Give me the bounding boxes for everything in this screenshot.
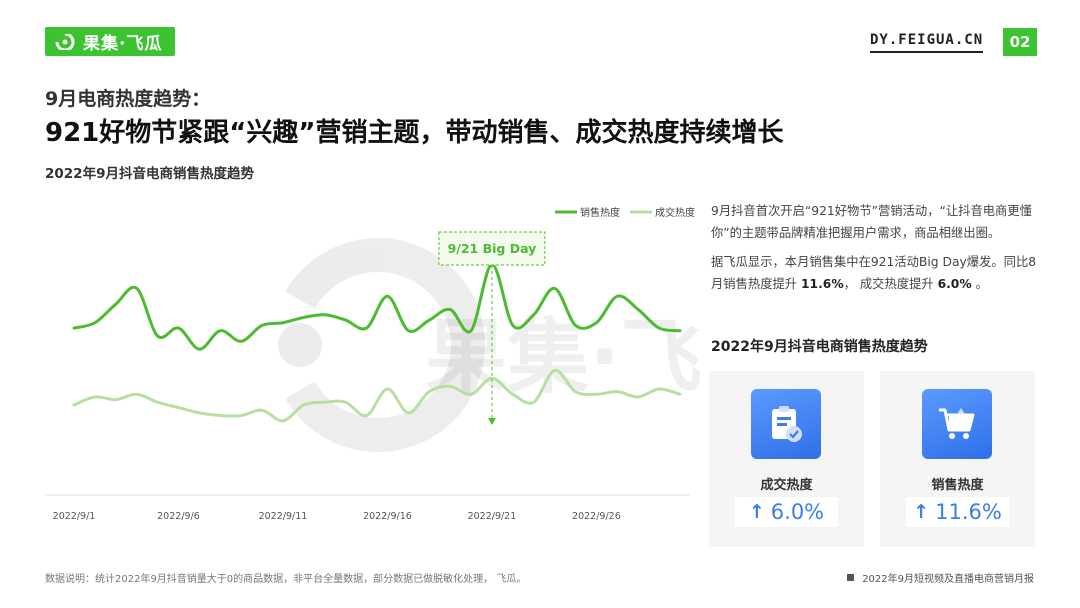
x-tick-label: 2022/9/11 bbox=[259, 511, 308, 522]
page-number: 02 bbox=[1003, 28, 1037, 56]
up-arrow-icon: ↑ bbox=[748, 501, 765, 523]
square-bullet-icon bbox=[847, 574, 855, 581]
metric-card-deal: 成交热度 ↑ 6.0% bbox=[709, 371, 864, 547]
description-paragraph-2: 据飞瓜显示，本月销售集中在921活动Big Day爆发。同比8月销售热度提升 1… bbox=[711, 255, 1037, 291]
sales-growth-inline: 11.6% bbox=[801, 277, 844, 291]
x-tick-label: 2022/9/21 bbox=[468, 511, 517, 522]
site-url[interactable]: DY.FEIGUA.CN bbox=[870, 32, 984, 53]
metric-value: ↑ 6.0% bbox=[735, 497, 838, 527]
data-footnote: 数据说明：统计2022年9月抖音销量大于0的商品数据，非平台全量数据，部分数据已… bbox=[45, 574, 527, 585]
description-paragraph-1: 9月抖音首次开启“921好物节”营销活动，“让抖音电商更懂你”的主题带品牌精准把… bbox=[711, 204, 1032, 240]
chart-legend: 销售热度 成交热度 bbox=[555, 206, 695, 219]
annotation-label: 9/21 Big Day bbox=[448, 241, 537, 256]
logo-mark-icon bbox=[55, 33, 75, 50]
shopping-cart-icon bbox=[922, 389, 992, 459]
x-tick-label: 2022/9/6 bbox=[157, 511, 200, 522]
watermark-text: 果集·飞瓜 bbox=[425, 310, 700, 405]
metric-label: 销售热度 bbox=[931, 478, 984, 493]
brand-logo: 果集·飞瓜 bbox=[45, 27, 175, 56]
chart-title: 2022年9月抖音电商销售热度趋势 bbox=[45, 166, 254, 182]
x-tick-label: 2022/9/16 bbox=[363, 511, 412, 522]
up-arrow-icon: ↑ bbox=[913, 501, 930, 523]
logo-text: 果集·飞瓜 bbox=[83, 34, 163, 54]
section-kicker: 9月电商热度趋势： bbox=[45, 88, 211, 110]
metrics-subtitle: 2022年9月抖音电商销售热度趋势 bbox=[711, 339, 928, 355]
legend-label-1: 成交热度 bbox=[655, 206, 695, 219]
annotation-arrow-icon bbox=[487, 418, 496, 425]
page-headline: 921好物节紧跟“兴趣”营销主题，带动销售、成交热度持续增长 bbox=[45, 118, 784, 148]
deal-growth-inline: 6.0% bbox=[937, 277, 972, 291]
report-name: 2022年9月短视频及直播电商营销月报 bbox=[847, 570, 1034, 585]
x-tick-labels: 2022/9/1 2022/9/6 2022/9/11 2022/9/16 2022/9… bbox=[53, 511, 621, 522]
metric-card-sales: 销售热度 ↑ 11.6% bbox=[880, 371, 1035, 547]
x-tick-label: 2022/9/1 bbox=[53, 511, 96, 522]
watermark-text-glyphs: 果集·飞瓜 bbox=[425, 310, 700, 405]
x-tick-label: 2022/9/26 bbox=[572, 511, 621, 522]
metric-value: ↑ 11.6% bbox=[906, 497, 1009, 527]
metric-label: 成交热度 bbox=[760, 478, 813, 493]
line-chart: 果集·飞瓜 销售热度成交热度 9/21 Big Day 2022/9/12022… bbox=[45, 206, 700, 522]
legend-label-0: 销售热度 bbox=[580, 206, 620, 219]
clipboard-check-icon bbox=[751, 389, 821, 459]
